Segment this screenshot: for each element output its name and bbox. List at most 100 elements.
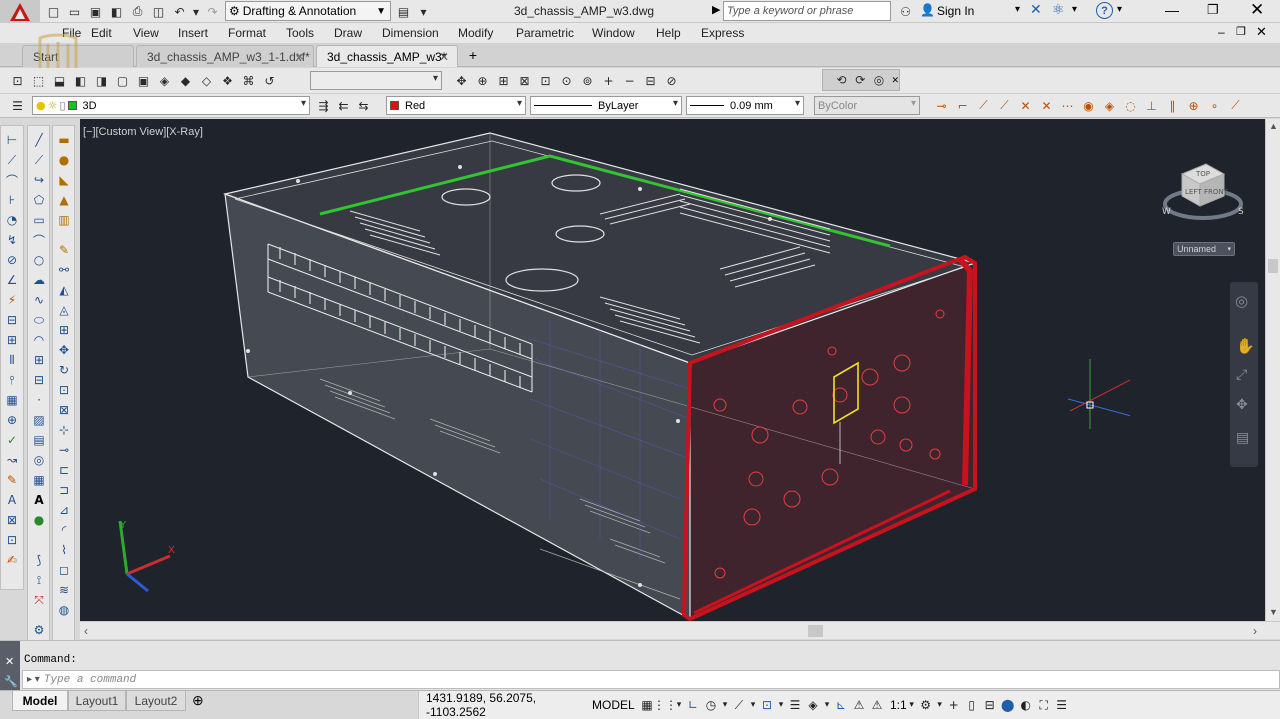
scroll-thumb[interactable] xyxy=(808,625,823,637)
new-tab-icon[interactable]: + xyxy=(462,47,484,63)
toolbar-close-icon[interactable]: ✕ xyxy=(891,75,899,86)
snap-perpendicular-icon[interactable]: ⊥ xyxy=(1142,96,1161,115)
dimension-break-icon[interactable]: ⫯ xyxy=(1,370,23,390)
plotstyle-dropdown[interactable]: ByColor ▾ xyxy=(814,96,920,115)
hatch-icon[interactable]: ▨ xyxy=(28,410,50,430)
scale-dropdown-icon[interactable]: ▾ xyxy=(907,700,917,710)
restore-icon[interactable]: ❐ xyxy=(1207,2,1219,18)
snap-dropdown-icon[interactable]: ▾ xyxy=(674,700,684,710)
front-view-icon[interactable]: ▢ xyxy=(113,71,132,90)
units-icon[interactable]: ▯ xyxy=(963,698,981,712)
zoom-realtime-icon[interactable]: ⊕ xyxy=(473,71,492,90)
customize-status-icon[interactable]: ☰ xyxy=(1053,698,1071,712)
make-block-icon[interactable]: ⊟ xyxy=(28,370,50,390)
close-icon[interactable]: ✕ xyxy=(1250,0,1264,20)
menu-format[interactable]: Format xyxy=(228,26,266,40)
dimension-edit-icon[interactable]: ✎ xyxy=(1,470,23,490)
extrude-icon[interactable]: ⤧ xyxy=(28,590,50,610)
camera-icon[interactable]: ⌘ xyxy=(239,71,258,90)
smooth-icon[interactable]: ≋ xyxy=(53,580,75,600)
annotation-monitor-icon[interactable]: + xyxy=(945,698,963,712)
quick-dimension-icon[interactable]: ⚡ xyxy=(1,290,23,310)
view-icon[interactable]: ⊡ xyxy=(8,71,27,90)
polar-dropdown-icon[interactable]: ▾ xyxy=(720,700,730,710)
menu-window[interactable]: Window xyxy=(592,26,635,40)
dimension-aligned-icon[interactable]: ⟋ xyxy=(1,150,23,170)
box-icon[interactable]: ▬ xyxy=(53,130,75,150)
revision-cloud-icon[interactable]: ☁ xyxy=(28,270,50,290)
zoom-extents-nav-icon[interactable]: ⤢ xyxy=(1236,367,1247,383)
snap-from-icon[interactable]: ⌐ xyxy=(953,96,972,115)
helix-icon[interactable]: ⟟ xyxy=(28,570,50,590)
annotation-scale[interactable]: 1:1 xyxy=(890,698,907,712)
clean-screen-icon[interactable]: ⛶ xyxy=(1035,698,1053,713)
help-icon[interactable]: ? xyxy=(1096,2,1113,19)
snap-extension-icon[interactable]: ⋯ xyxy=(1058,96,1077,115)
coordinates-readout[interactable]: 1431.9189, 56.2075, -1103.2562 xyxy=(426,691,592,719)
dynamic-ucs-icon[interactable]: ⊾ xyxy=(832,698,850,712)
zoom-in-icon[interactable]: + xyxy=(599,71,618,90)
scale-icon[interactable]: ⊡ xyxy=(53,380,75,400)
construction-line-icon[interactable]: ⟋ xyxy=(28,150,50,170)
scroll-down-icon[interactable]: ▼ xyxy=(1269,607,1278,617)
region-icon[interactable]: ◎ xyxy=(28,450,50,470)
presspull-icon[interactable]: ⚙ xyxy=(28,620,50,640)
menu-draw[interactable]: Draw xyxy=(334,26,362,40)
wedge-icon[interactable]: ◣ xyxy=(53,170,75,190)
binoculars-icon[interactable]: ⚇ xyxy=(896,2,915,21)
back-view-icon[interactable]: ▣ xyxy=(134,71,153,90)
snap-insert-icon[interactable]: ⊕ xyxy=(1184,96,1203,115)
help-dropdown-icon[interactable]: ▾ xyxy=(1117,4,1122,15)
layout-tab-layout2[interactable]: Layout2 xyxy=(126,691,186,711)
blend-icon[interactable]: ⌇ xyxy=(53,540,75,560)
zoom-dynamic-icon[interactable]: ⊠ xyxy=(515,71,534,90)
command-grip[interactable]: ✕ 🔧 xyxy=(0,641,20,691)
break-icon[interactable]: ⊏ xyxy=(53,460,75,480)
circle-icon[interactable]: ○ xyxy=(28,250,50,270)
polar-tracking-icon[interactable]: ◷ xyxy=(702,698,720,712)
vertical-scrollbar[interactable]: ▲ ▼ xyxy=(1265,119,1280,621)
isodraft-dropdown-icon[interactable]: ▾ xyxy=(748,700,758,710)
lineweight-dropdown[interactable]: 0.09 mm ▾ xyxy=(686,96,804,115)
snap-temp-icon[interactable]: ⊸ xyxy=(932,96,951,115)
dimension-space-icon[interactable]: ⫴ xyxy=(1,350,23,370)
menu-express[interactable]: Express xyxy=(701,26,744,40)
scroll-left-icon[interactable]: ‹ xyxy=(84,624,88,638)
cone-icon[interactable]: ▲ xyxy=(53,190,75,210)
snap-nearest-icon[interactable]: ⟋ xyxy=(1226,96,1245,115)
open-file-icon[interactable]: ▭ xyxy=(65,2,84,21)
dimension-linear-icon[interactable]: ⊢ xyxy=(1,130,23,150)
hardware-acceleration-icon[interactable]: ◐ xyxy=(1017,698,1035,712)
menu-modify[interactable]: Modify xyxy=(458,26,493,40)
steering-wheel-icon[interactable]: ◎ xyxy=(1235,292,1248,310)
named-views-icon[interactable]: ↺ xyxy=(260,71,279,90)
layer-previous-icon[interactable]: ⇇ xyxy=(334,96,353,115)
cylinder-icon[interactable]: ▥ xyxy=(53,210,75,230)
search-expand-icon[interactable]: ▶ xyxy=(712,3,720,16)
a360-dropdown-icon[interactable]: ▾ xyxy=(1072,4,1077,15)
insert-block-icon[interactable]: ⊞ xyxy=(28,350,50,370)
dimension-update-icon[interactable]: ⊠ xyxy=(1,510,23,530)
named-view-dropdown[interactable]: ▾ xyxy=(310,71,442,90)
3d-rotate-icon[interactable]: ◍ xyxy=(53,600,75,620)
dimension-style-icon[interactable]: ⊡ xyxy=(1,530,23,550)
osnap-dropdown-icon[interactable]: ▾ xyxy=(776,700,786,710)
orbit-nav-icon[interactable]: ✥ xyxy=(1236,397,1248,413)
menu-insert[interactable]: Insert xyxy=(178,26,208,40)
menu-view[interactable]: View xyxy=(133,26,159,40)
snap-endpoint-icon[interactable]: ⟋ xyxy=(974,96,993,115)
linetype-dropdown[interactable]: ByLayer ▾ xyxy=(530,96,682,115)
tab-dxf-file[interactable]: 3d_chassis_AMP_w3_1-1.dxf* ✕ xyxy=(136,45,314,67)
array-icon[interactable]: ⊞ xyxy=(53,320,75,340)
edit-icon[interactable]: ✎ xyxy=(53,240,75,260)
3d-osnap-icon[interactable]: ◈ xyxy=(804,698,822,712)
ucs-menu-button[interactable]: Unnamed ▾ xyxy=(1173,242,1235,256)
workspace-dropdown[interactable]: ⚙ Drafting & Annotation ▼ xyxy=(225,1,391,21)
center-mark-icon[interactable]: ⊕ xyxy=(1,410,23,430)
bottom-view-icon[interactable]: ⬓ xyxy=(50,71,69,90)
snap-mode-icon[interactable]: ⋮⋮ xyxy=(653,698,677,712)
left-view-icon[interactable]: ◧ xyxy=(71,71,90,90)
tab-close-icon[interactable]: ✕ xyxy=(295,50,305,64)
menu-parametric[interactable]: Parametric xyxy=(516,26,574,40)
plot-icon[interactable]: ⎙ xyxy=(128,2,147,21)
